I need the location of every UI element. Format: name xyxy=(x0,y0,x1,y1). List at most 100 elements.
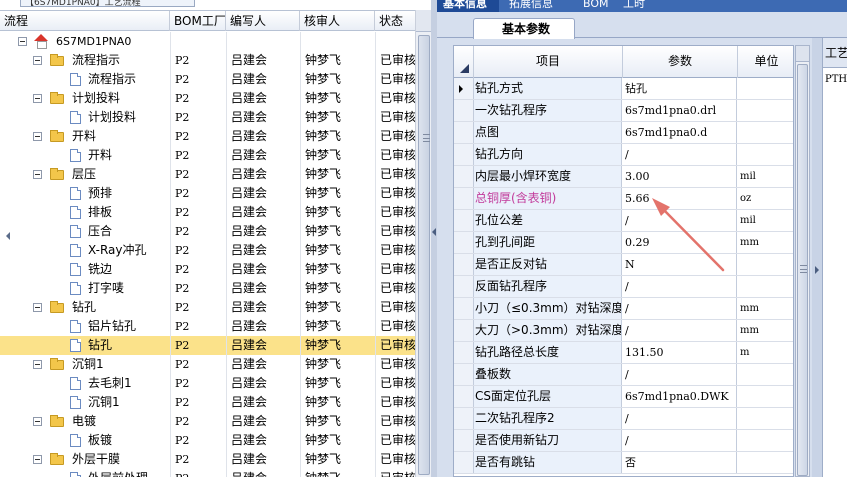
tree-item[interactable]: 压合 P2 吕建会 钟梦飞 已审核 xyxy=(0,222,415,241)
param-row[interactable]: 内层最小焊环宽度 3.00 mil xyxy=(454,166,793,188)
tree-folder[interactable]: 层压 P2 吕建会 钟梦飞 已审核 xyxy=(0,165,415,184)
param-row[interactable]: 点图 6s7md1pna0.d xyxy=(454,122,793,144)
param-value[interactable]: N xyxy=(623,254,737,275)
collapse-toggle-icon[interactable] xyxy=(33,455,42,464)
row-selector[interactable] xyxy=(454,100,474,121)
tree-node-label[interactable]: 电镀 xyxy=(70,412,98,431)
param-row[interactable]: 一次钻孔程序 6s7md1pna0.drl xyxy=(454,100,793,122)
tree-node-label[interactable]: 流程指示 xyxy=(86,70,138,89)
param-value[interactable]: 6s7md1pna0.drl xyxy=(623,100,737,121)
row-selector[interactable] xyxy=(454,342,474,363)
tree-root[interactable]: 6S7MD1PNA0 xyxy=(0,32,415,51)
param-row[interactable]: 叠板数 / xyxy=(454,364,793,386)
param-row[interactable]: 总铜厚(含表铜) 5.66 oz xyxy=(454,188,793,210)
tree-node-label[interactable]: 钻孔 xyxy=(70,298,98,317)
tab-basic-info[interactable]: 基本信息 xyxy=(437,0,499,12)
param-value[interactable]: 否 xyxy=(623,452,737,473)
param-value[interactable]: 131.50 xyxy=(623,342,737,363)
side-splitter[interactable] xyxy=(812,38,822,477)
param-row[interactable]: 是否有跳钻否 xyxy=(454,452,793,474)
row-selector[interactable] xyxy=(454,78,474,99)
param-row[interactable]: 小刀（≤0.3mm）对钻深度 / mm xyxy=(454,298,793,320)
tree-node-label[interactable]: 铣边 xyxy=(86,260,114,279)
process-tab[interactable]: 【6S7MD1PNA0】工艺流程 xyxy=(20,0,195,7)
tree-node-label[interactable]: 板镀 xyxy=(86,431,114,450)
side-splitter-arrow-icon[interactable] xyxy=(815,266,819,274)
param-row[interactable]: 是否正反对钻 N xyxy=(454,254,793,276)
param-value[interactable]: 5.66 xyxy=(623,188,737,209)
row-selector[interactable] xyxy=(454,210,474,231)
tree-node-label[interactable]: 预排 xyxy=(86,184,114,203)
param-value[interactable]: 0.29 xyxy=(623,232,737,253)
collapse-toggle-icon[interactable] xyxy=(33,132,42,141)
tree-node-label[interactable]: X-Ray冲孔 xyxy=(86,241,148,260)
tree-node-label[interactable]: 沉铜1 xyxy=(70,355,106,374)
tree-node-label[interactable]: 去毛刺1 xyxy=(86,374,134,393)
grid-header-item[interactable]: 项目 xyxy=(474,46,623,78)
param-row[interactable]: 是否使用新钻刀 / xyxy=(454,430,793,452)
grid-scroll-up-button[interactable] xyxy=(796,46,809,62)
column-header-bom[interactable]: BOM工厂 xyxy=(170,11,226,31)
param-row[interactable]: 孔到孔间距 0.29 mm xyxy=(454,232,793,254)
tree-item[interactable]: 预排 P2 吕建会 钟梦飞 已审核 xyxy=(0,184,415,203)
tree-folder[interactable]: 钻孔 P2 吕建会 钟梦飞 已审核 xyxy=(0,298,415,317)
tree-node-label[interactable]: 打字唛 xyxy=(86,279,126,298)
tree-item[interactable]: 钻孔 P2 吕建会 钟梦飞 已审核 xyxy=(0,336,415,355)
tree-item[interactable]: 铝片钻孔 P2 吕建会 钟梦飞 已审核 xyxy=(0,317,415,336)
row-selector[interactable] xyxy=(454,232,474,253)
param-row[interactable]: 钻孔路径总长度 131.50 m xyxy=(454,342,793,364)
tab-bom[interactable]: BOM xyxy=(577,0,613,12)
grid-corner[interactable] xyxy=(454,46,474,78)
param-row[interactable]: 钻孔方式 钻孔 xyxy=(454,78,793,100)
tree-node-label[interactable]: 计划投料 xyxy=(86,108,138,127)
tree-folder[interactable]: 电镀 P2 吕建会 钟梦飞 已审核 xyxy=(0,412,415,431)
param-row[interactable]: 大刀（>0.3mm）对钻深度 / mm xyxy=(454,320,793,342)
tree-node-label[interactable]: 外层干膜 xyxy=(70,450,122,469)
splitter-arrow-icon[interactable] xyxy=(432,228,436,236)
tree-item[interactable]: 铣边 P2 吕建会 钟梦飞 已审核 xyxy=(0,260,415,279)
tab-man-hours[interactable]: 工时 xyxy=(617,0,657,12)
tree-folder[interactable]: 计划投料 P2 吕建会 钟梦飞 已审核 xyxy=(0,89,415,108)
row-selector[interactable] xyxy=(454,166,474,187)
row-selector[interactable] xyxy=(454,188,474,209)
tree-item[interactable]: 计划投料 P2 吕建会 钟梦飞 已审核 xyxy=(0,108,415,127)
collapse-toggle-icon[interactable] xyxy=(33,360,42,369)
row-selector[interactable] xyxy=(454,364,474,385)
param-value[interactable]: / xyxy=(623,210,737,231)
param-value[interactable]: / xyxy=(623,364,737,385)
tree-node-label[interactable]: 铝片钻孔 xyxy=(86,317,138,336)
tree-folder[interactable]: 流程指示 P2 吕建会 钟梦飞 已审核 xyxy=(0,51,415,70)
tree-folder[interactable]: 外层干膜 P2 吕建会 钟梦飞 已审核 xyxy=(0,450,415,469)
tree-scrollbar[interactable] xyxy=(415,10,432,477)
tree-item[interactable]: 板镀 P2 吕建会 钟梦飞 已审核 xyxy=(0,431,415,450)
tree-item[interactable]: 打字唛 P2 吕建会 钟梦飞 已审核 xyxy=(0,279,415,298)
collapse-toggle-icon[interactable] xyxy=(33,303,42,312)
tree-node-label[interactable]: 层压 xyxy=(70,165,98,184)
tree-item[interactable]: 开料 P2 吕建会 钟梦飞 已审核 xyxy=(0,146,415,165)
param-row[interactable]: 二次钻孔程序2/ xyxy=(454,408,793,430)
tab-extended-info[interactable]: 拓展信息 xyxy=(503,0,565,12)
param-value[interactable]: 钻孔 xyxy=(623,78,737,99)
param-value[interactable]: / xyxy=(623,430,737,451)
row-selector[interactable] xyxy=(454,298,474,319)
tree-item[interactable]: 外层前处理 P2 吕建会 钟梦飞 已审核 xyxy=(0,469,415,477)
grid-scrollbar[interactable] xyxy=(795,45,810,477)
param-row[interactable]: 钻孔方向 / xyxy=(454,144,793,166)
param-value[interactable]: / xyxy=(623,276,737,297)
tree-node-label[interactable]: 排板 xyxy=(86,203,114,222)
grid-header-param[interactable]: 参数 xyxy=(623,46,738,78)
param-value[interactable]: 3.00 xyxy=(623,166,737,187)
tab-basic-params[interactable]: 基本参数 xyxy=(473,18,575,39)
tree-node-label[interactable]: 开料 xyxy=(70,127,98,146)
collapse-toggle-icon[interactable] xyxy=(33,417,42,426)
tree-node-label[interactable]: 计划投料 xyxy=(70,89,122,108)
tree-node-label[interactable]: 流程指示 xyxy=(70,51,122,70)
row-selector[interactable] xyxy=(454,276,474,297)
row-selector[interactable] xyxy=(454,320,474,341)
tree-item[interactable]: X-Ray冲孔 P2 吕建会 钟梦飞 已审核 xyxy=(0,241,415,260)
tree-item[interactable]: 流程指示 P2 吕建会 钟梦飞 已审核 xyxy=(0,70,415,89)
param-value[interactable]: / xyxy=(623,320,737,341)
tree-node-label[interactable]: 钻孔 xyxy=(86,336,115,355)
tree-item[interactable]: 排板 P2 吕建会 钟梦飞 已审核 xyxy=(0,203,415,222)
row-selector[interactable] xyxy=(454,122,474,143)
